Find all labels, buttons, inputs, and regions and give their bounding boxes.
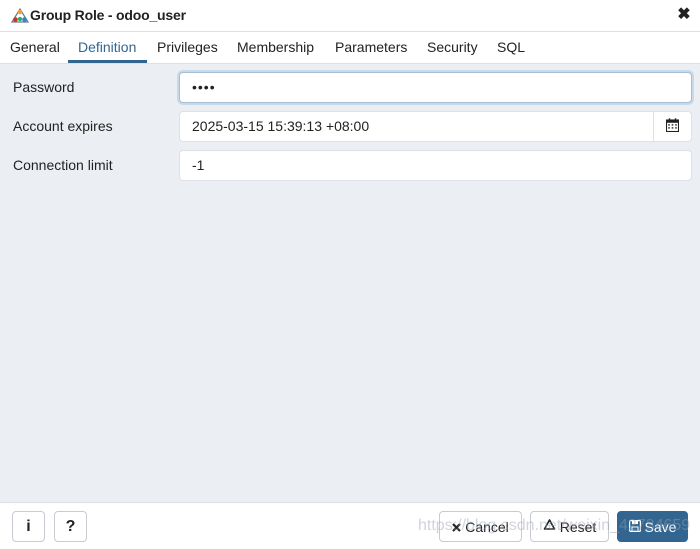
calendar-button[interactable] [653, 111, 692, 142]
dialog-footer: i ? Cancel Reset Save [0, 502, 700, 549]
close-icon[interactable]: ✖ [677, 6, 691, 24]
group-role-icon [10, 7, 30, 24]
password-label: Password [13, 79, 75, 95]
info-button[interactable]: i [12, 511, 45, 542]
save-label: Save [644, 518, 677, 535]
tab-definition[interactable]: Definition [68, 32, 147, 63]
reset-label: Reset [559, 518, 597, 535]
account-expires-label: Account expires [13, 118, 113, 134]
tab-security[interactable]: Security [427, 32, 478, 63]
dialog-title: Group Role - odoo_user [30, 7, 186, 23]
save-icon [628, 519, 641, 535]
tab-sql[interactable]: SQL [497, 32, 525, 63]
tab-parameters[interactable]: Parameters [335, 32, 407, 63]
save-button[interactable]: Save [617, 511, 688, 542]
definition-panel: Password •••• Account expires 2025-03-15… [0, 64, 700, 502]
tab-bar: General Definition Privileges Membership… [0, 32, 700, 64]
info-icon: i [26, 517, 31, 535]
reset-button[interactable]: Reset [530, 511, 609, 542]
tab-general[interactable]: General [10, 32, 60, 63]
tab-privileges[interactable]: Privileges [157, 32, 218, 63]
help-button[interactable]: ? [54, 511, 87, 542]
cancel-button[interactable]: Cancel [439, 511, 522, 542]
connection-limit-input[interactable]: -1 [179, 150, 692, 181]
connection-limit-label: Connection limit [13, 157, 113, 173]
dialog-titlebar: Group Role - odoo_user ✖ [0, 0, 700, 32]
account-expires-input[interactable]: 2025-03-15 15:39:13 +08:00 [179, 111, 654, 142]
help-icon: ? [65, 517, 76, 535]
calendar-icon [665, 118, 680, 135]
password-input[interactable]: •••• [179, 72, 692, 103]
tab-membership[interactable]: Membership [237, 32, 314, 63]
recycle-icon [543, 518, 556, 535]
close-icon [452, 519, 461, 535]
cancel-label: Cancel [465, 518, 509, 535]
